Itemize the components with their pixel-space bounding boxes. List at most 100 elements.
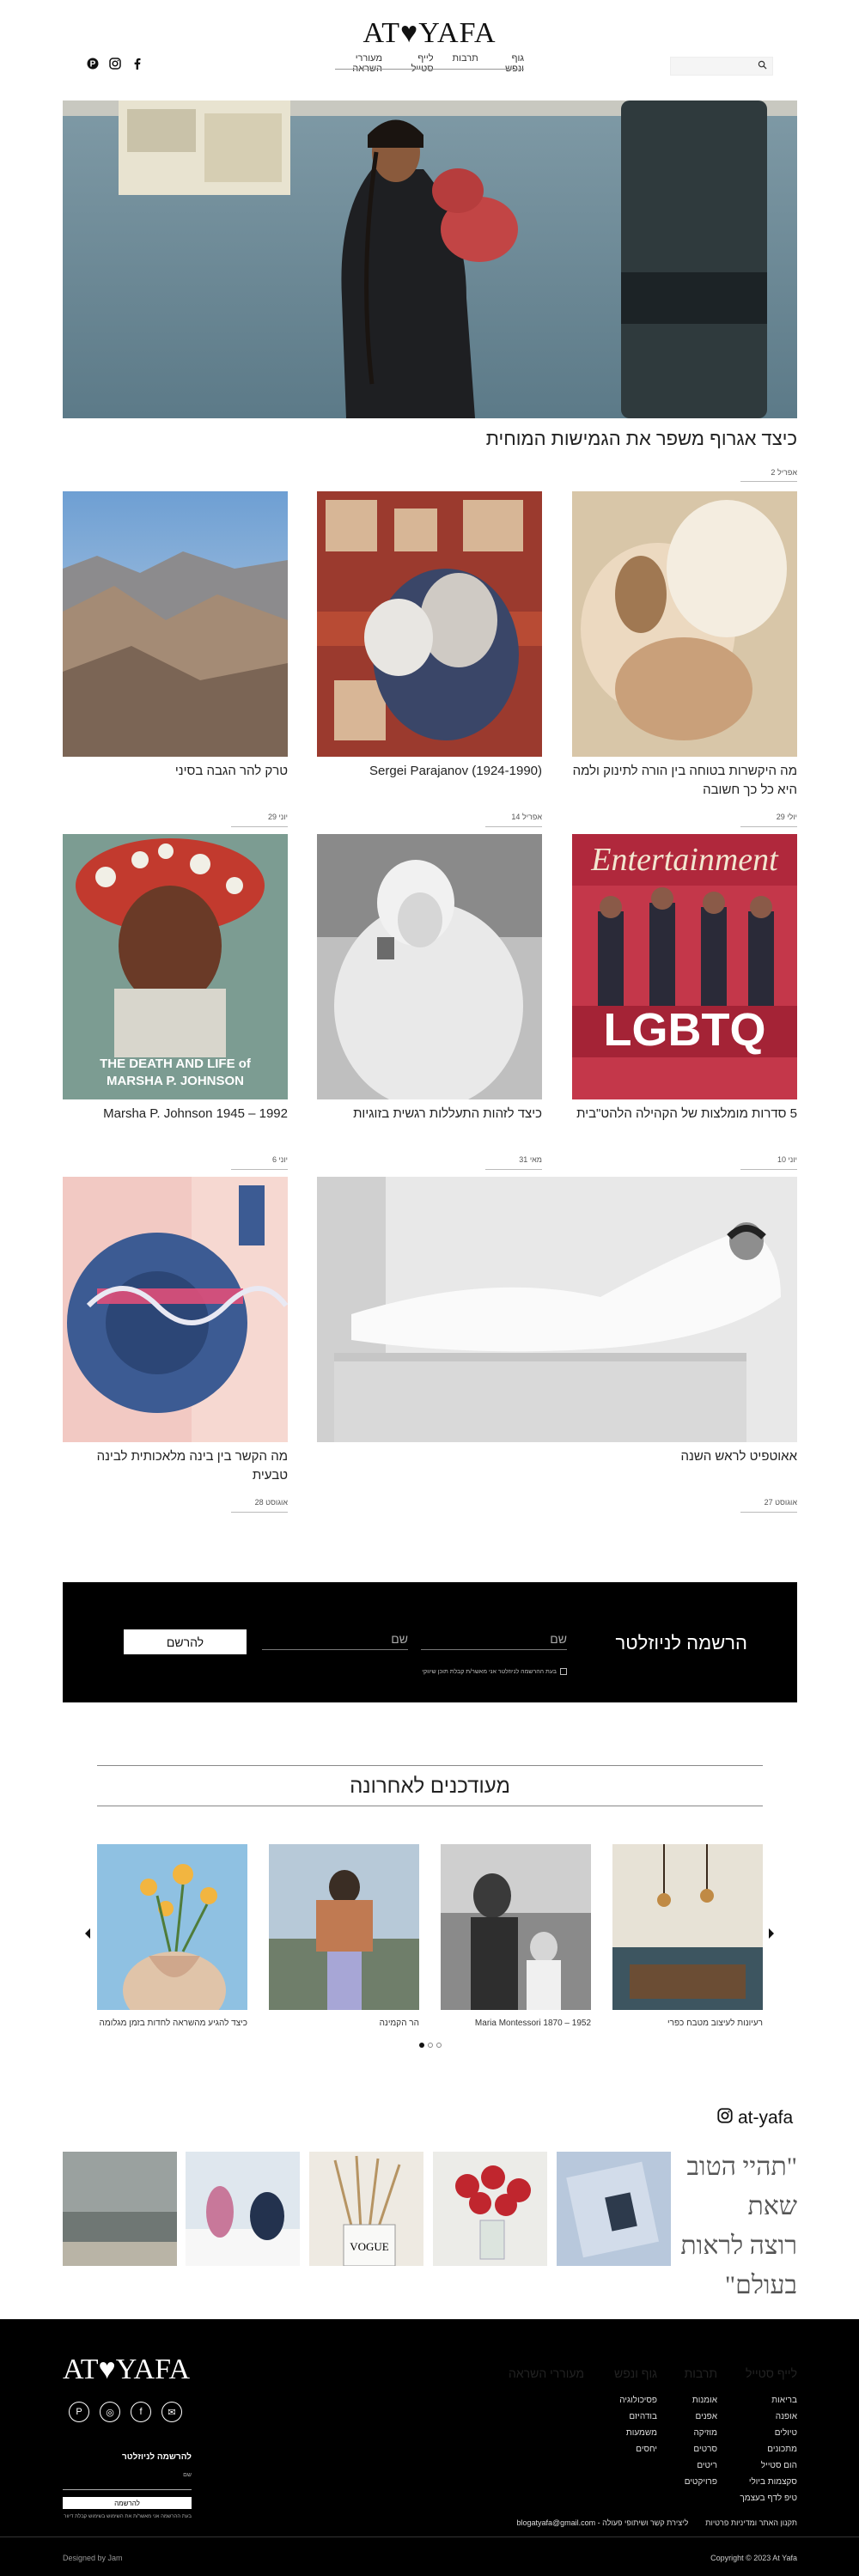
carousel-dot[interactable] — [436, 2043, 442, 2048]
footer-link[interactable]: בריאות — [716, 2392, 797, 2409]
post-image[interactable]: THE DEATH AND LIFE of MARSHA P. JOHNSON — [63, 834, 288, 1099]
instagram-icon[interactable] — [108, 57, 122, 70]
nav-item-lifestyle[interactable]: לייף סטייל — [401, 53, 434, 74]
post-image[interactable] — [317, 834, 542, 1099]
contact-link[interactable]: ליצירת קשר ושיתופי פעולה - blogatyafa@gm… — [516, 2518, 688, 2527]
instagram-post[interactable] — [433, 2152, 547, 2266]
footer-newsletter-label: שם — [183, 2472, 192, 2478]
footer-link[interactable]: סרטים — [649, 2441, 717, 2457]
footer-link[interactable]: משמעות — [584, 2425, 657, 2441]
footer-logo[interactable]: AT♥YAFA — [63, 2354, 190, 2386]
post-image[interactable] — [317, 1177, 797, 1442]
hero-date: אפריל 2 — [771, 468, 797, 477]
carousel-image[interactable] — [97, 1844, 247, 2010]
footer-link[interactable]: אומנות — [649, 2392, 717, 2409]
site-logo[interactable]: AT♥YAFA — [344, 17, 515, 55]
post-image[interactable] — [63, 1177, 288, 1442]
pinterest-icon[interactable]: P — [69, 2402, 89, 2422]
footer-column-head[interactable]: לייף סטייל — [716, 2366, 797, 2380]
quote-line: רוצה לראות — [680, 2232, 797, 2260]
newsletter-heading: הרשמה לניוזלטר — [615, 1632, 747, 1653]
facebook-icon[interactable]: f — [131, 2402, 151, 2422]
hero-title[interactable]: כיצד אגרוף משפר את הגמישות המוחית — [430, 428, 797, 450]
footer-link[interactable]: פסיכולוגיה — [584, 2392, 657, 2409]
footer-link[interactable]: ריטים — [649, 2457, 717, 2474]
carousel-caption[interactable]: כיצד להגיע מהשראה לחדות בזמן מגלומה — [97, 2019, 248, 2028]
post-image[interactable]: Entertainment LGBTQ — [572, 834, 797, 1099]
hero-image[interactable] — [63, 100, 797, 418]
instagram-icon — [717, 2108, 733, 2128]
instagram-icon[interactable]: ◎ — [100, 2402, 120, 2422]
post-date: אוגוסט 28 — [254, 1498, 288, 1507]
carousel-dot-active[interactable] — [419, 2043, 424, 2048]
search-icon[interactable] — [758, 60, 767, 72]
nav-item-body-soul[interactable]: גוף ונפש — [497, 53, 524, 74]
instagram-handle[interactable]: at-yafa — [717, 2108, 793, 2128]
post-divider — [485, 826, 542, 827]
footer-link[interactable]: טיולים — [716, 2425, 797, 2441]
footer-link[interactable]: פרויקטים — [649, 2474, 717, 2490]
footer-column: לייף סטייל בריאות אופנה טיולים מתכונים ה… — [716, 2366, 797, 2506]
post-title[interactable]: 5 סדרות מומלצות של הקהילה הלהט"בית — [572, 1105, 797, 1124]
instagram-post[interactable] — [186, 2152, 300, 2266]
post-title[interactable]: כיצד לזהות התעללות רגשית בזוגיות — [317, 1105, 542, 1124]
footer-column: תרבות אומנות אפנים מוזיקה סרטים ריטים פר… — [649, 2366, 717, 2490]
subscribe-button[interactable]: להרשם — [124, 1629, 247, 1654]
carousel-image[interactable] — [441, 1844, 591, 2010]
carousel-prev-arrow[interactable] — [83, 1927, 92, 1945]
carousel-caption[interactable]: Maria Montessori 1870 – 1952 — [441, 2019, 591, 2028]
post-title[interactable]: Sergei Parajanov (1924-1990) — [317, 762, 542, 781]
hero-divider — [740, 481, 797, 482]
post-title[interactable]: טרק להר הגבה בסיני — [63, 762, 288, 781]
footer-link[interactable]: מתכונים — [716, 2441, 797, 2457]
carousel-caption[interactable]: הר הקמינה — [269, 2019, 419, 2028]
footer-newsletter-button[interactable]: להרשמה — [63, 2497, 192, 2509]
footer-column: גוף ונפש פסיכולוגיה בודהיזם משמעות יחסים — [584, 2366, 657, 2457]
footer-column: מעוררי השראה — [490, 2366, 584, 2392]
carousel-image[interactable] — [612, 1844, 763, 2010]
search-input[interactable] — [670, 57, 773, 76]
carousel-next-arrow[interactable] — [767, 1927, 776, 1943]
footer-link[interactable]: הום סטייל — [716, 2457, 797, 2474]
post-date: יוני 6 — [271, 1155, 288, 1164]
mail-icon[interactable]: ✉ — [161, 2402, 182, 2422]
instagram-post[interactable] — [557, 2152, 671, 2266]
footer-newsletter-field[interactable] — [63, 2478, 192, 2490]
instagram-post[interactable]: VOGUE — [309, 2152, 423, 2266]
post-date: יולי 29 — [776, 813, 797, 821]
carousel-dot[interactable] — [428, 2043, 433, 2048]
post-title[interactable]: מה היקשרות בטוחה בין הורה לתינוק ולמה הי… — [572, 762, 797, 800]
pinterest-icon[interactable]: P — [86, 57, 100, 70]
footer-link[interactable]: בודהיזם — [584, 2409, 657, 2425]
designed-by[interactable]: Designed by Jam — [63, 2554, 235, 2562]
svg-text:LGBTQ: LGBTQ — [604, 1004, 766, 1056]
instagram-post[interactable] — [63, 2152, 177, 2266]
consent-checkbox[interactable] — [560, 1668, 567, 1675]
nav-underline — [335, 69, 524, 70]
first-name-field[interactable]: שם — [421, 1632, 567, 1650]
post-image[interactable] — [572, 491, 797, 757]
carousel-caption[interactable]: רעיונות לעיצוב מטבח כפרי — [612, 2019, 763, 2028]
terms-link[interactable]: תקנון האתר ומדיניות פרטיות — [705, 2518, 797, 2527]
carousel-image[interactable] — [269, 1844, 419, 2010]
footer-link[interactable]: טיפ לדף בעצמך — [716, 2490, 797, 2506]
nav-item-inspiring[interactable]: מעוררי השראה — [335, 53, 382, 74]
footer-link[interactable]: יחסים — [584, 2441, 657, 2457]
copyright: Copyright © 2023 At Yafa — [710, 2554, 797, 2562]
footer-link[interactable]: סקצמות ביולי — [716, 2474, 797, 2490]
post-title[interactable]: מה הקשר בין בינה מלאכותית לבינה טבעית — [63, 1447, 288, 1485]
last-name-field[interactable]: שם — [262, 1632, 408, 1650]
post-title[interactable]: Marsha P. Johnson 1945 – 1992 — [63, 1105, 288, 1124]
footer-column-head[interactable]: גוף ונפש — [584, 2366, 657, 2380]
footer-column-head[interactable]: מעוררי השראה — [490, 2366, 584, 2380]
post-image[interactable] — [317, 491, 542, 757]
footer-link[interactable]: אופנה — [716, 2409, 797, 2425]
footer-link[interactable]: אפנים — [649, 2409, 717, 2425]
post-title[interactable]: אאוטפיט לראש השנה — [317, 1447, 797, 1466]
footer-link[interactable]: מוזיקה — [649, 2425, 717, 2441]
footer-column-head[interactable]: תרבות — [649, 2366, 717, 2380]
svg-text:P: P — [90, 60, 96, 70]
post-image[interactable] — [63, 491, 288, 757]
facebook-icon[interactable] — [131, 57, 144, 70]
nav-item-culture[interactable]: תרבות — [453, 53, 478, 74]
